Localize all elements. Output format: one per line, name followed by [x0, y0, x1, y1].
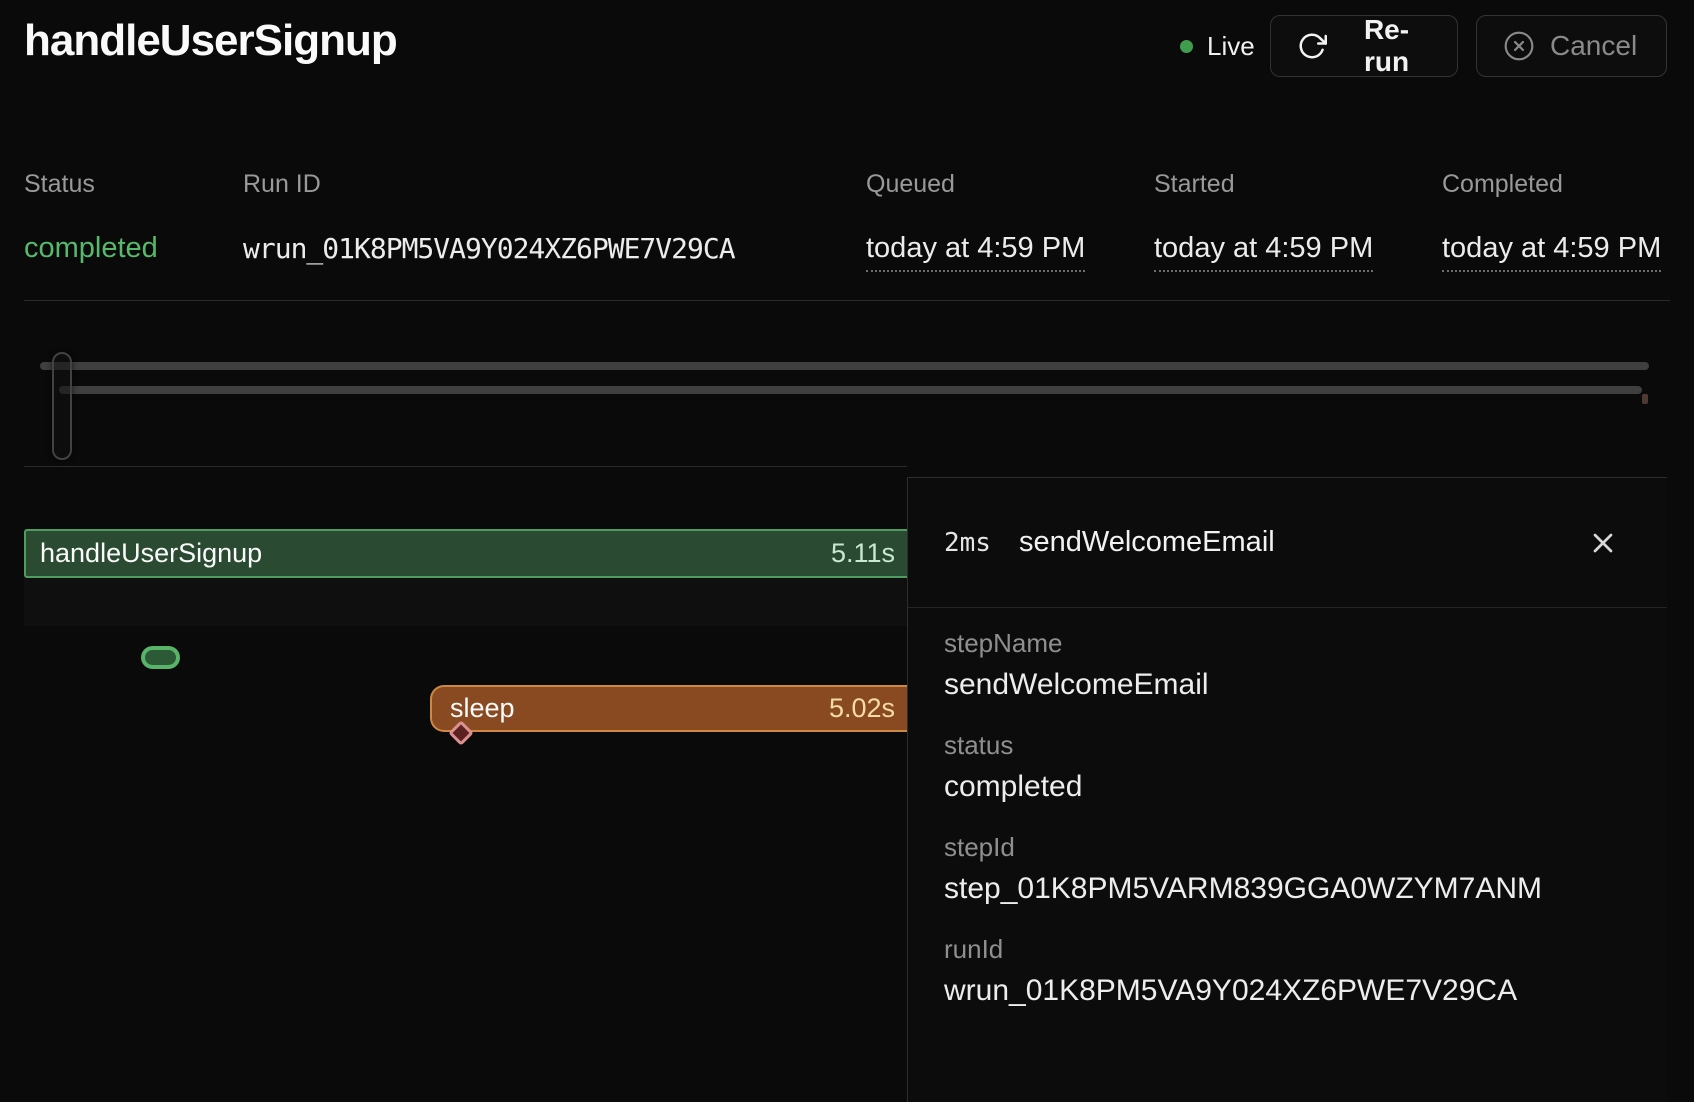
step-duration-badge: 2ms: [944, 528, 991, 558]
divider: [24, 466, 907, 467]
field-status-label: status: [944, 730, 1631, 761]
meta-status: Status completed: [24, 170, 95, 199]
meta-run-id: Run ID wrun_01K8PM5VA9Y024XZ6PWE7V29CA: [243, 170, 321, 199]
step-detail-panel-header: 2ms sendWelcomeEmail: [908, 478, 1667, 608]
meta-queued-label: Queued: [866, 170, 955, 199]
live-status-dot-icon: [1180, 40, 1193, 53]
field-stepname-value: sendWelcomeEmail: [944, 668, 1631, 702]
gantt-bar-workflow[interactable]: handleUserSignup 5.11s: [24, 529, 907, 578]
status-badge: completed: [24, 232, 158, 265]
step-detail-panel: 2ms sendWelcomeEmail stepName sendWelcom…: [907, 477, 1667, 1102]
gantt-bar-workflow-label: handleUserSignup: [40, 538, 262, 569]
started-time-value[interactable]: today at 4:59 PM: [1154, 232, 1373, 272]
field-status-value: completed: [944, 770, 1631, 804]
run-id-value: wrun_01K8PM5VA9Y024XZ6PWE7V29CA: [243, 232, 735, 265]
field-runid-label: runId: [944, 934, 1631, 965]
timeline-scrubber-handle[interactable]: [52, 352, 72, 460]
rerun-button[interactable]: Re-run: [1270, 15, 1458, 77]
meta-started: Started today at 4:59 PM: [1154, 170, 1235, 199]
refresh-icon: [1297, 31, 1327, 61]
meta-started-label: Started: [1154, 170, 1235, 199]
gantt-bar-sleep[interactable]: sleep 5.02s: [430, 685, 907, 732]
cancel-button[interactable]: Cancel: [1476, 15, 1667, 77]
meta-status-label: Status: [24, 170, 95, 199]
completed-time-value[interactable]: today at 4:59 PM: [1442, 232, 1661, 272]
gantt-step-pill-sendwelcomeemail[interactable]: [141, 646, 180, 669]
meta-completed-label: Completed: [1442, 170, 1563, 199]
step-detail-panel-title: sendWelcomeEmail: [1019, 526, 1275, 559]
meta-run-id-label: Run ID: [243, 170, 321, 199]
minimap-sleep-marker: [1642, 394, 1648, 404]
rerun-button-label: Re-run: [1342, 14, 1431, 78]
field-stepname-label: stepName: [944, 628, 1631, 659]
workflow-run-page: handleUserSignup Live Re-run Cancel Stat…: [0, 0, 1694, 1102]
gantt-bar-workflow-duration: 5.11s: [831, 538, 895, 569]
queued-time-value[interactable]: today at 4:59 PM: [866, 232, 1085, 272]
gantt-row-highlight: [24, 578, 907, 626]
field-stepid-value: step_01K8PM5VARM839GGA0WZYM7ANM: [944, 872, 1631, 906]
live-label: Live: [1207, 31, 1255, 62]
field-runid-value: wrun_01K8PM5VA9Y024XZ6PWE7V29CA: [944, 974, 1631, 1008]
live-indicator: Live: [1180, 31, 1255, 62]
panel-close-button[interactable]: [1587, 527, 1619, 559]
divider: [24, 300, 1670, 301]
minimap-bar-sleep: [59, 386, 1642, 394]
step-detail-fields: stepName sendWelcomeEmail status complet…: [908, 608, 1667, 1008]
field-stepid-label: stepId: [944, 832, 1631, 863]
gantt-bar-sleep-label: sleep: [450, 693, 515, 724]
minimap-bar-workflow: [40, 362, 1649, 370]
meta-queued: Queued today at 4:59 PM: [866, 170, 955, 199]
cancel-button-label: Cancel: [1550, 30, 1637, 62]
gantt-bar-sleep-duration: 5.02s: [829, 693, 895, 724]
meta-completed: Completed today at 4:59 PM: [1442, 170, 1563, 199]
x-circle-icon: [1503, 30, 1535, 62]
close-icon: [1587, 527, 1619, 559]
page-title: handleUserSignup: [24, 16, 397, 66]
